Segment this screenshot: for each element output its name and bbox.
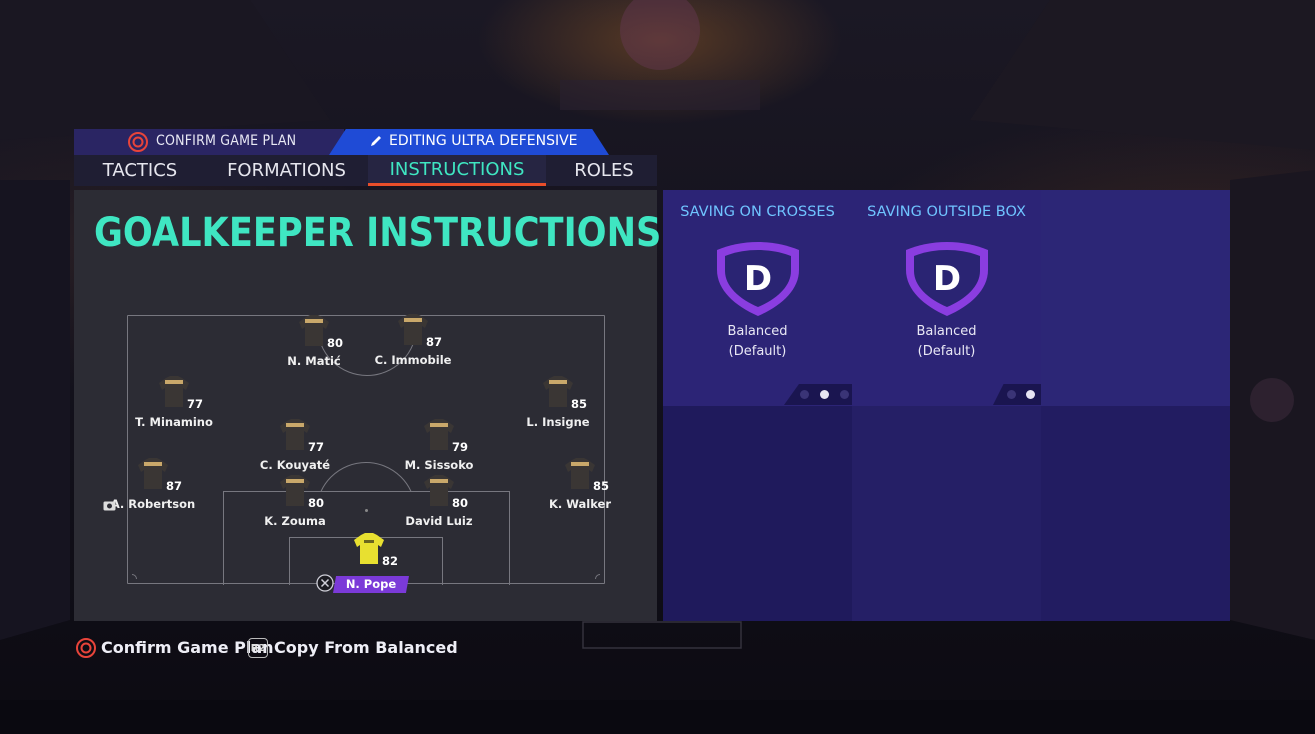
goalkeeper-kit-icon bbox=[354, 533, 384, 564]
player-name: C. Immobile bbox=[374, 353, 452, 367]
corner-arc-right bbox=[595, 574, 600, 579]
circle-button-icon bbox=[128, 132, 148, 152]
empty-slot bbox=[852, 406, 1041, 621]
penalty-spot bbox=[365, 509, 368, 512]
svg-text:D: D bbox=[933, 259, 961, 299]
captain-icon bbox=[103, 501, 116, 511]
player-name: N. Matić bbox=[287, 354, 341, 368]
player-rating: 85 bbox=[571, 397, 588, 411]
kit-icon bbox=[424, 475, 454, 506]
instruction-title: SAVING OUTSIDE BOX bbox=[867, 204, 1026, 220]
r2-button-icon: R2 bbox=[248, 638, 268, 658]
tab-formations[interactable]: FORMATIONS bbox=[216, 155, 357, 186]
player-rating: 82 bbox=[382, 554, 399, 568]
defensive-shield-icon: D bbox=[906, 242, 988, 316]
option-pager bbox=[784, 384, 852, 405]
empty-slot bbox=[1041, 406, 1230, 621]
pager-dot bbox=[840, 390, 849, 399]
copy-from-balanced-prompt[interactable]: Copy From Balanced bbox=[274, 638, 458, 657]
player-name: N. Pope bbox=[333, 576, 409, 593]
player-name: C. Kouyaté bbox=[259, 458, 331, 472]
tactics-tab-bar: TACTICS FORMATIONS INSTRUCTIONS ROLES bbox=[74, 155, 657, 186]
editing-plan-tab: EDITING ULTRA DEFENSIVE bbox=[329, 129, 609, 155]
player-rating: 87 bbox=[166, 479, 183, 493]
svg-text:D: D bbox=[744, 259, 772, 299]
pager-dot-active bbox=[1026, 390, 1035, 399]
player-card[interactable]: 80 David Luiz bbox=[384, 474, 494, 536]
player-name: T. Minamino bbox=[135, 415, 213, 429]
kit-icon bbox=[398, 314, 428, 345]
player-card[interactable]: 80 N. Matić bbox=[259, 314, 369, 376]
tab-roles[interactable]: ROLES bbox=[556, 155, 652, 186]
goalkeeper-card-selected[interactable]: 82 N. Pope bbox=[314, 532, 424, 594]
kit-icon bbox=[565, 458, 595, 489]
player-rating: 79 bbox=[452, 440, 469, 454]
confirm-game-plan-label: CONFIRM GAME PLAN bbox=[156, 133, 297, 149]
formation-panel: GOALKEEPER INSTRUCTIONS 80 N. Matić 87 C… bbox=[74, 190, 661, 621]
button-prompts: Confirm Game Plan R2 Copy From Balanced bbox=[74, 636, 474, 660]
player-rating: 80 bbox=[452, 496, 469, 510]
player-card[interactable]: 85 L. Insigne bbox=[503, 375, 613, 437]
player-card[interactable]: 85 K. Walker bbox=[525, 457, 635, 519]
corner-arc-left bbox=[132, 574, 137, 579]
player-rating: 87 bbox=[426, 335, 443, 349]
confirm-game-plan-tab[interactable]: CONFIRM GAME PLAN bbox=[74, 129, 344, 155]
player-card[interactable]: 87 C. Immobile bbox=[358, 313, 468, 375]
player-rating: 80 bbox=[327, 336, 344, 350]
kit-icon bbox=[280, 475, 310, 506]
instruction-card-saving-on-crosses[interactable]: SAVING ON CROSSES D Balanced (Default) bbox=[663, 190, 852, 406]
game-plan-header: CONFIRM GAME PLAN EDITING ULTRA DEFENSIV… bbox=[74, 129, 609, 155]
instruction-value-text: Balanced bbox=[916, 324, 977, 339]
player-card[interactable]: 77 T. Minamino bbox=[119, 375, 229, 437]
tab-tactics[interactable]: TACTICS bbox=[74, 155, 206, 186]
pencil-icon bbox=[371, 136, 381, 146]
instruction-empty-area bbox=[663, 406, 1230, 621]
defensive-shield-icon: D bbox=[717, 242, 799, 316]
player-name: David Luiz bbox=[405, 514, 473, 528]
player-rating: 85 bbox=[593, 479, 610, 493]
circle-button-icon bbox=[76, 638, 96, 658]
pager-dot bbox=[800, 390, 809, 399]
page-title: GOALKEEPER INSTRUCTIONS bbox=[94, 210, 662, 256]
instruction-value: Balanced (Default) bbox=[663, 322, 852, 362]
instructions-panel: SAVING ON CROSSES D Balanced (Default) S… bbox=[663, 190, 1230, 621]
pager-dot bbox=[1007, 390, 1016, 399]
kit-icon bbox=[138, 458, 168, 489]
tab-instructions[interactable]: INSTRUCTIONS bbox=[368, 155, 546, 186]
instruction-default-note: (Default) bbox=[728, 344, 787, 359]
player-name: L. Insigne bbox=[526, 415, 590, 429]
cross-button-icon bbox=[316, 574, 334, 592]
instruction-value: Balanced (Default) bbox=[852, 322, 1041, 362]
editing-plan-label: EDITING ULTRA DEFENSIVE bbox=[389, 133, 578, 149]
option-pager bbox=[993, 384, 1041, 405]
kit-icon bbox=[280, 419, 310, 450]
kit-icon bbox=[299, 315, 329, 346]
player-name: K. Walker bbox=[548, 497, 612, 511]
player-name: M. Sissoko bbox=[404, 458, 474, 472]
player-rating: 80 bbox=[308, 496, 325, 510]
pager-dot-active bbox=[820, 390, 829, 399]
player-card[interactable]: 79 M. Sissoko bbox=[384, 418, 494, 480]
empty-slot bbox=[663, 406, 852, 621]
kit-icon bbox=[543, 376, 573, 407]
player-name: K. Zouma bbox=[264, 514, 326, 528]
player-card[interactable]: 77 C. Kouyaté bbox=[240, 418, 350, 480]
instruction-default-note: (Default) bbox=[917, 344, 976, 359]
kit-icon bbox=[159, 376, 189, 407]
player-rating: 77 bbox=[187, 397, 204, 411]
kit-icon bbox=[424, 419, 454, 450]
player-card[interactable]: 80 K. Zouma bbox=[240, 474, 350, 536]
instruction-card-saving-outside-box[interactable]: SAVING OUTSIDE BOX D Balanced (Default) bbox=[852, 190, 1041, 406]
player-rating: 77 bbox=[308, 440, 325, 454]
instruction-title: SAVING ON CROSSES bbox=[680, 204, 835, 220]
instruction-value-text: Balanced bbox=[727, 324, 788, 339]
